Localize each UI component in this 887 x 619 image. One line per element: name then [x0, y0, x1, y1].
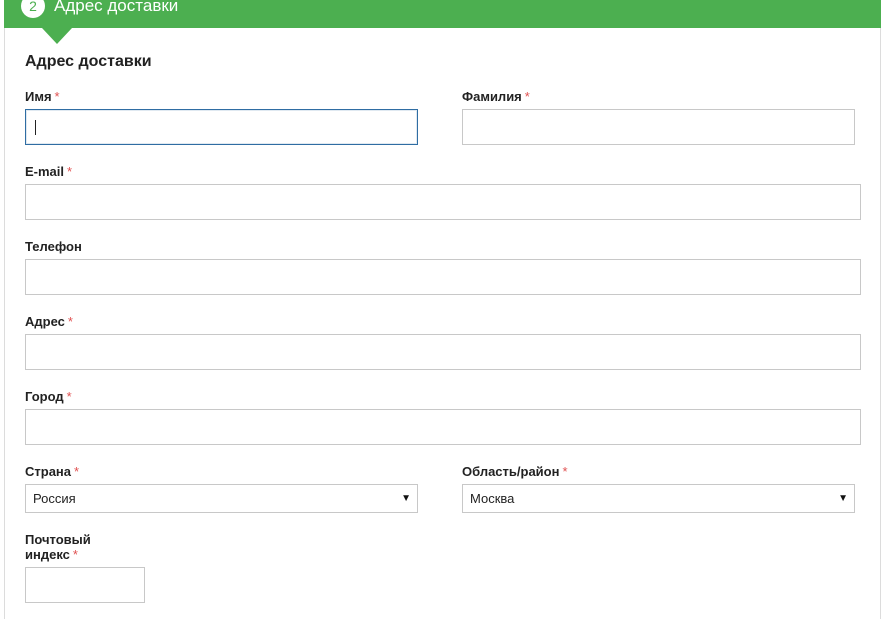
required-mark: *	[67, 164, 73, 179]
required-mark: *	[74, 464, 80, 479]
first-name-label: Имя *	[25, 89, 60, 104]
required-mark: *	[67, 314, 73, 329]
step-header: 2 Адрес доставки	[4, 0, 881, 44]
email-label: E-mail *	[25, 164, 72, 179]
postcode-input[interactable]	[25, 567, 145, 603]
address-input[interactable]	[25, 334, 861, 370]
section-title: Адрес доставки	[25, 53, 152, 70]
postcode-label-line2: индекс	[25, 547, 70, 562]
first-name-input[interactable]	[25, 109, 418, 145]
region-label-text: Область/район	[462, 464, 560, 479]
required-mark: *	[66, 389, 72, 404]
required-mark: *	[524, 89, 530, 104]
step-title: Адрес доставки	[54, 0, 179, 15]
country-label-text: Страна	[25, 464, 72, 479]
step-pointer-arrow	[42, 28, 72, 44]
dropdown-arrow-icon: ▼	[401, 493, 411, 504]
region-selected-value: Москва	[470, 491, 515, 506]
required-mark: *	[562, 464, 568, 479]
country-selected-value: Россия	[33, 491, 76, 506]
last-name-label: Фамилия *	[462, 89, 530, 104]
city-label-text: Город	[25, 389, 64, 404]
region-label: Область/район *	[462, 464, 568, 479]
region-select[interactable]: Москва ▼	[462, 484, 855, 513]
dropdown-arrow-icon: ▼	[838, 493, 848, 504]
country-select[interactable]: Россия ▼	[25, 484, 418, 513]
last-name-label-text: Фамилия	[462, 89, 522, 104]
address-label: Адрес *	[25, 314, 73, 329]
city-label: Город *	[25, 389, 72, 404]
step-number-badge: 2	[21, 0, 45, 18]
phone-label-text: Телефон	[25, 239, 82, 254]
postcode-label-line1: Почтовый	[25, 532, 91, 547]
phone-input[interactable]	[25, 259, 861, 295]
country-label: Страна *	[25, 464, 79, 479]
city-input[interactable]	[25, 409, 861, 445]
required-mark: *	[54, 89, 60, 104]
email-input[interactable]	[25, 184, 861, 220]
required-mark: *	[72, 547, 78, 562]
email-label-text: E-mail	[25, 164, 65, 179]
delivery-address-panel	[4, 0, 881, 619]
address-label-text: Адрес	[25, 314, 65, 329]
text-caret	[35, 120, 36, 135]
first-name-label-text: Имя	[25, 89, 52, 104]
postcode-label: Почтовый индекс *	[25, 532, 91, 562]
phone-label: Телефон	[25, 239, 82, 254]
last-name-input[interactable]	[462, 109, 855, 145]
